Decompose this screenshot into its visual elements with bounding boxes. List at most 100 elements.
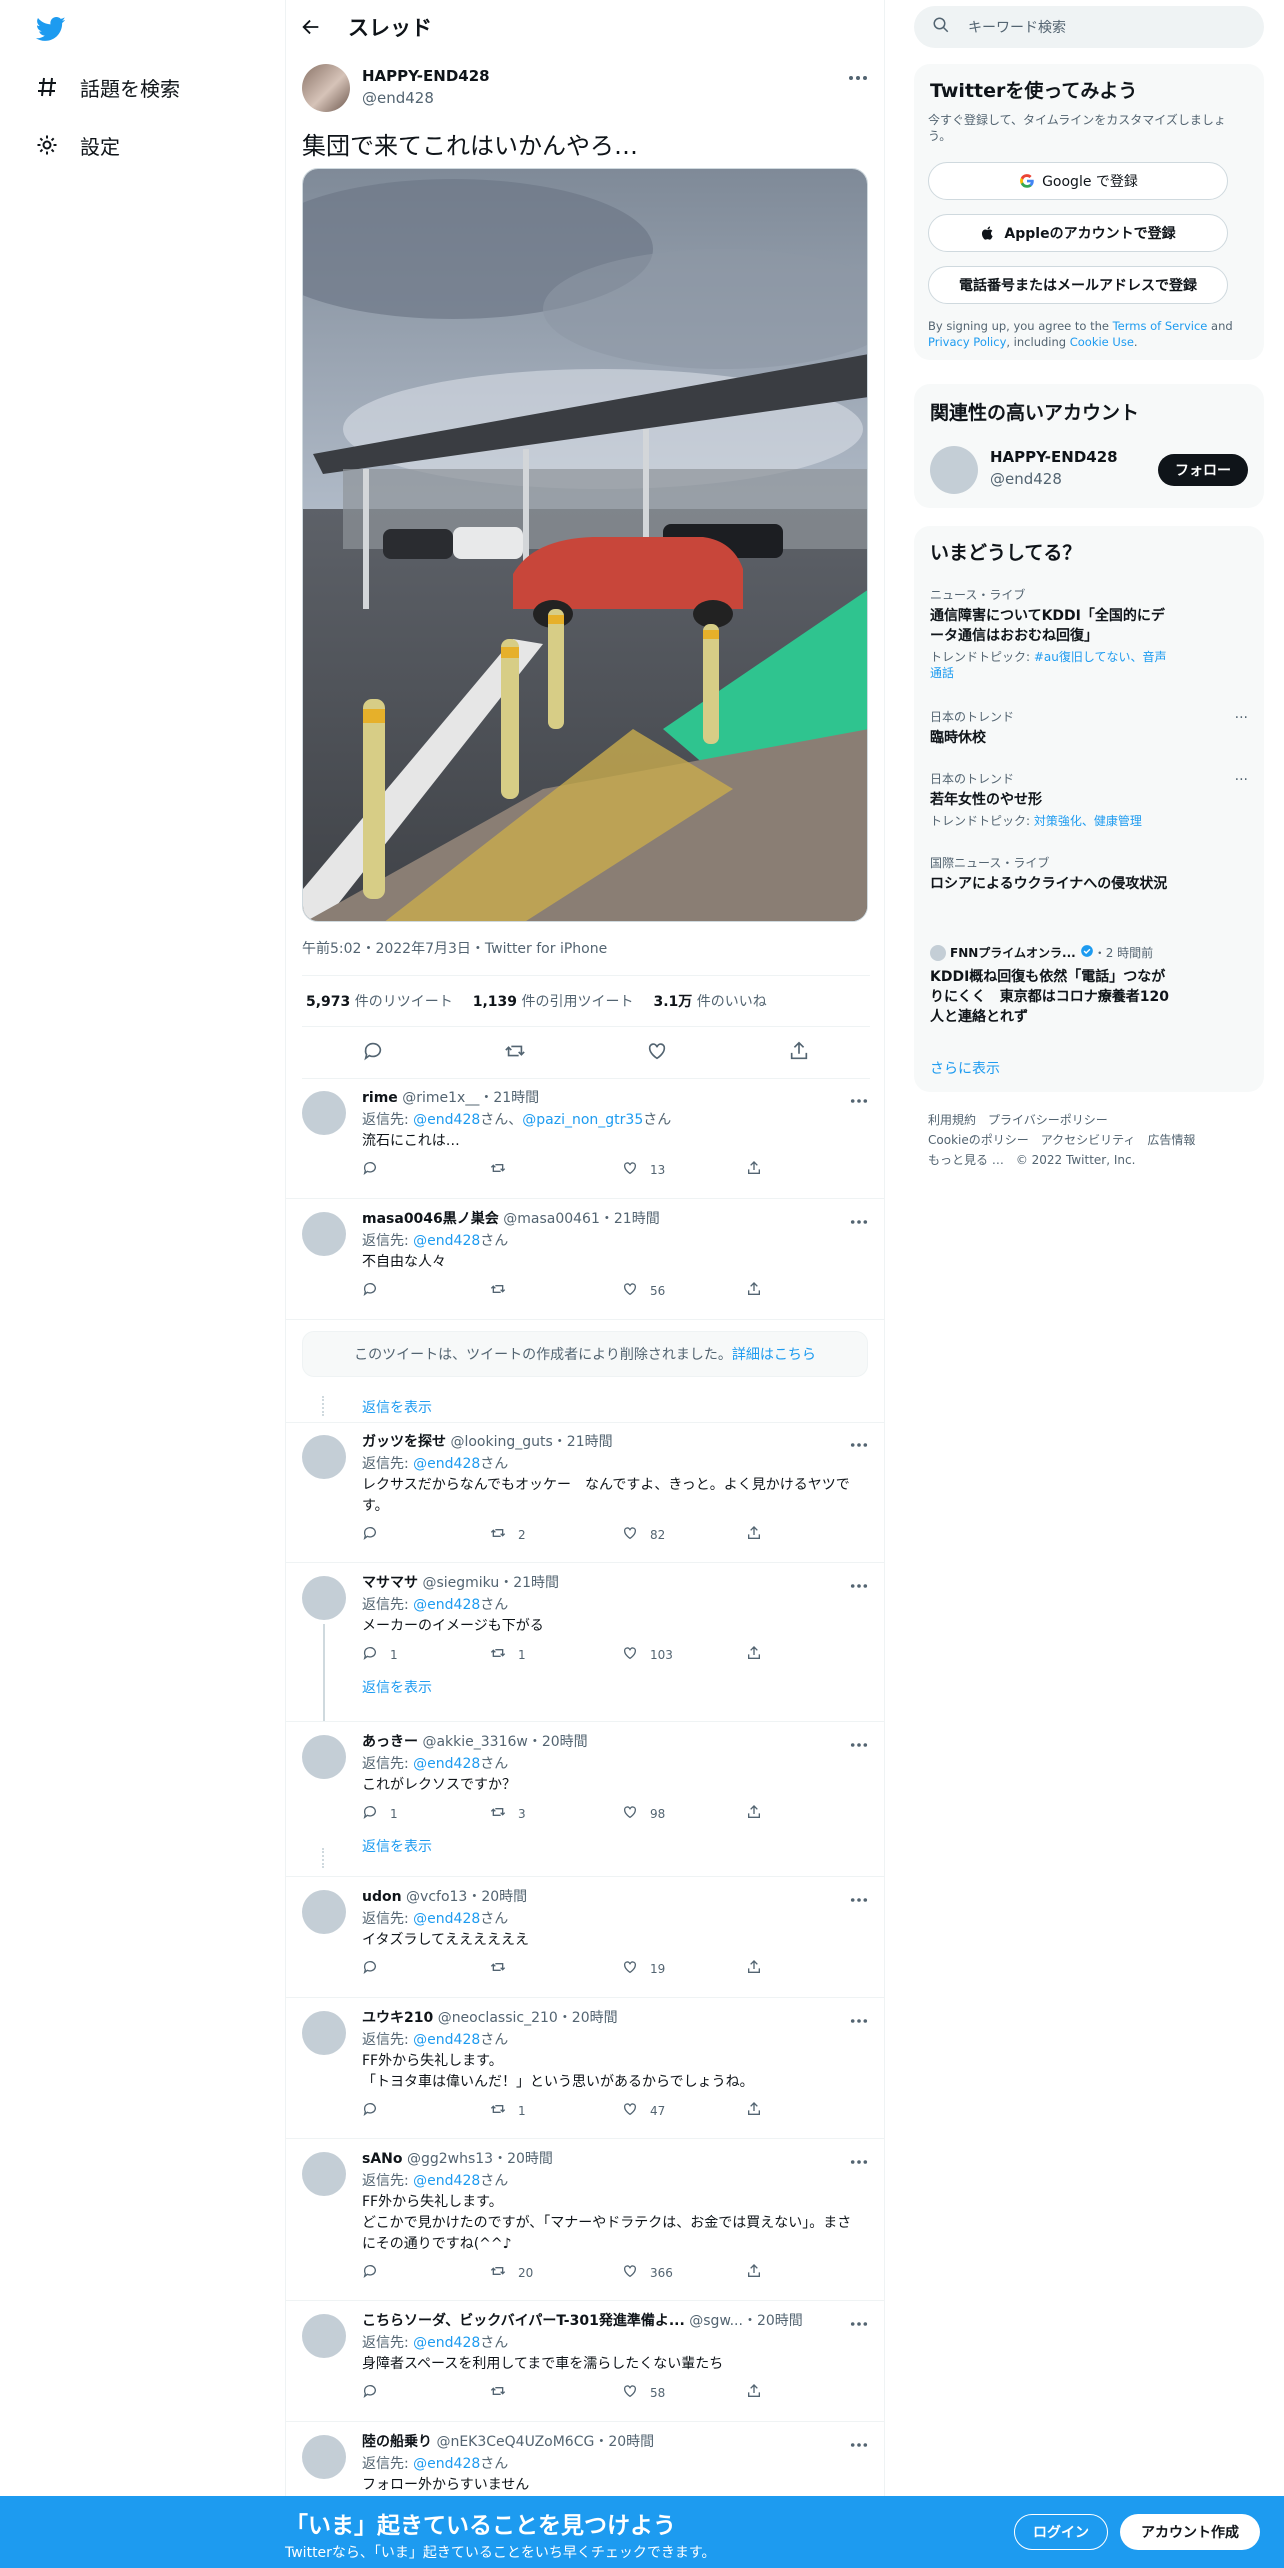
mention-link[interactable]: @end428 [413, 2032, 480, 2048]
trend-item[interactable]: 国際ニュース・ライブ ロシアによるウクライナへの侵攻状況 [930, 854, 1250, 894]
share-button[interactable] [746, 1160, 762, 1179]
reply-icon[interactable] [362, 1040, 384, 1066]
reply-author-handle[interactable]: @looking_guts [450, 1434, 552, 1450]
footer-link[interactable]: 広告情報 [1147, 1133, 1195, 1147]
like-button[interactable]: 82 [622, 1525, 665, 1544]
retweet-button[interactable]: 20 [490, 2263, 533, 2282]
footer-link[interactable]: プライバシーポリシー [988, 1113, 1108, 1127]
reply-author-name[interactable]: あっきー [362, 1734, 418, 1750]
avatar[interactable] [302, 1576, 346, 1620]
reply-author-name[interactable]: ユウキ210 [362, 2010, 433, 2026]
share-button[interactable] [746, 1281, 762, 1300]
more-icon[interactable] [850, 1089, 868, 1108]
follow-button[interactable]: フォロー [1158, 454, 1248, 486]
phone-email-signup-button[interactable]: 電話番号またはメールアドレスで登録 [928, 266, 1228, 304]
show-replies-link[interactable]: 返信を表示 [362, 1397, 432, 1417]
nav-settings[interactable]: 設定 [34, 130, 120, 160]
reply-tweet[interactable]: ユウキ210 @neoclassic_210・20時間 返信先: @end428さ… [286, 1999, 884, 2139]
more-icon[interactable] [850, 2312, 868, 2331]
reply-author-handle[interactable]: @sgw... [689, 2313, 743, 2329]
author-handle[interactable]: @end428 [362, 89, 434, 107]
reply-tweet[interactable]: ガッツを探せ @looking_guts・21時間 返信先: @end428さんレ… [286, 1423, 884, 1563]
reply-author-name[interactable]: こちらソーダ、ビックバイパーT-301発進準備よ... [362, 2313, 685, 2329]
reply-time[interactable]: ・21時間 [499, 1575, 559, 1591]
nav-explore[interactable]: 話題を検索 [34, 72, 180, 102]
avatar[interactable] [302, 2011, 346, 2055]
share-button[interactable] [746, 1804, 762, 1823]
share-icon[interactable] [788, 1040, 810, 1066]
reply-time[interactable]: ・20時間 [493, 2151, 553, 2167]
reply-author-name[interactable]: rime [362, 1090, 398, 1106]
mention-link[interactable]: @end428 [413, 1456, 480, 1472]
reply-button[interactable] [362, 1525, 390, 1544]
like-button[interactable]: 56 [622, 1281, 665, 1300]
share-button[interactable] [746, 1645, 762, 1664]
reply-button[interactable] [362, 2383, 390, 2402]
reply-button[interactable] [362, 1281, 390, 1300]
trend-item[interactable]: ニュース・ライブ 通信障害についてKDDI「全国的にデータ通信はおおむね回復」 … [930, 586, 1250, 681]
share-button[interactable] [746, 2101, 762, 2120]
show-replies-link[interactable]: 返信を表示 [362, 1836, 432, 1856]
twitter-logo-icon[interactable] [34, 14, 68, 44]
tos-link[interactable]: Terms of Service [1113, 319, 1208, 333]
avatar[interactable] [302, 1435, 346, 1479]
footer-link[interactable]: 利用規約 [928, 1113, 976, 1127]
more-icon[interactable] [850, 2433, 868, 2452]
like-button[interactable]: 366 [622, 2263, 673, 2282]
reply-author-name[interactable]: masa0046黒ノ巣会 [362, 1211, 499, 1227]
reply-time[interactable]: ・20時間 [528, 1734, 588, 1750]
tweet-photo[interactable] [302, 168, 868, 922]
trend-item[interactable]: 日本のトレンド 若年女性のやせ形 トレンドトピック: 対策強化、健康管理 [930, 770, 1250, 829]
related-name[interactable]: HAPPY-END428 [990, 448, 1118, 466]
trend-news-item[interactable]: FNNプライムオンラ... ・2 時間前 KDDI概ね回復も依然「電話」つながり… [930, 944, 1250, 1027]
retweet-button[interactable]: 2 [490, 1525, 526, 1544]
mention-link[interactable]: @end428 [413, 1911, 480, 1927]
retweet-button[interactable]: 1 [490, 2101, 526, 2120]
avatar[interactable] [302, 2152, 346, 2196]
more-icon[interactable] [850, 1574, 868, 1593]
share-button[interactable] [746, 2263, 762, 2282]
mention-link[interactable]: @end428 [413, 1597, 480, 1613]
reply-button[interactable] [362, 2263, 390, 2282]
mention-link[interactable]: @end428 [413, 2456, 480, 2472]
reply-author-handle[interactable]: @gg2whs13 [407, 2151, 493, 2167]
retweet-button[interactable] [490, 2383, 518, 2402]
retweet-icon[interactable] [504, 1040, 526, 1066]
more-icon[interactable] [850, 2150, 868, 2169]
reply-time[interactable]: ・20時間 [558, 2010, 618, 2026]
reply-tweet[interactable]: sANo @gg2whs13・20時間 返信先: @end428さん FF外から失礼… [286, 2140, 884, 2301]
quote-count[interactable]: 1,139 件の引用ツイート [473, 991, 634, 1011]
reply-author-handle[interactable]: @vcfo13 [406, 1889, 467, 1905]
reply-author-name[interactable]: 陸の船乗り [362, 2434, 432, 2450]
reply-time[interactable]: ・20時間 [467, 1889, 527, 1905]
like-button[interactable]: 47 [622, 2101, 665, 2120]
avatar[interactable] [302, 1212, 346, 1256]
cookie-link[interactable]: Cookie Use [1070, 335, 1134, 349]
reply-time[interactable]: ・21時間 [600, 1211, 660, 1227]
back-arrow-icon[interactable] [300, 16, 322, 38]
reply-tweet[interactable]: マサマサ @siegmiku・21時間 返信先: @end428さん メーカーのイメ… [286, 1564, 884, 1722]
reply-author-handle[interactable]: @siegmiku [422, 1575, 499, 1591]
author-name[interactable]: HAPPY-END428 [362, 67, 490, 85]
like-button[interactable]: 58 [622, 2383, 665, 2402]
signup-button[interactable]: アカウント作成 [1120, 2514, 1260, 2550]
reply-time[interactable]: ・21時間 [553, 1434, 613, 1450]
reply-author-handle[interactable]: @nEK3CeQ4UZoM6CG [436, 2434, 594, 2450]
reply-author-name[interactable]: ガッツを探せ [362, 1434, 446, 1450]
avatar[interactable] [302, 1890, 346, 1934]
reply-tweet[interactable]: こちらソーダ、ビックバイパーT-301発進準備よ... @sgw...・20時間… [286, 2302, 884, 2422]
reply-author-handle[interactable]: @akkie_3316w [422, 1734, 527, 1750]
privacy-link[interactable]: Privacy Policy [928, 335, 1006, 349]
more-icon[interactable] [850, 1210, 868, 1229]
like-button[interactable]: 98 [622, 1804, 665, 1823]
like-icon[interactable] [646, 1040, 668, 1066]
share-button[interactable] [746, 1959, 762, 1978]
footer-link[interactable]: アクセシビリティ [1041, 1133, 1136, 1147]
related-handle[interactable]: @end428 [990, 470, 1062, 488]
retweet-button[interactable]: 1 [490, 1645, 526, 1664]
reply-time[interactable]: ・21時間 [479, 1090, 539, 1106]
reply-button[interactable]: 1 [362, 1804, 398, 1823]
avatar[interactable] [302, 64, 350, 112]
footer-link[interactable]: Cookieのポリシー [928, 1133, 1029, 1147]
reply-button[interactable] [362, 1160, 390, 1179]
